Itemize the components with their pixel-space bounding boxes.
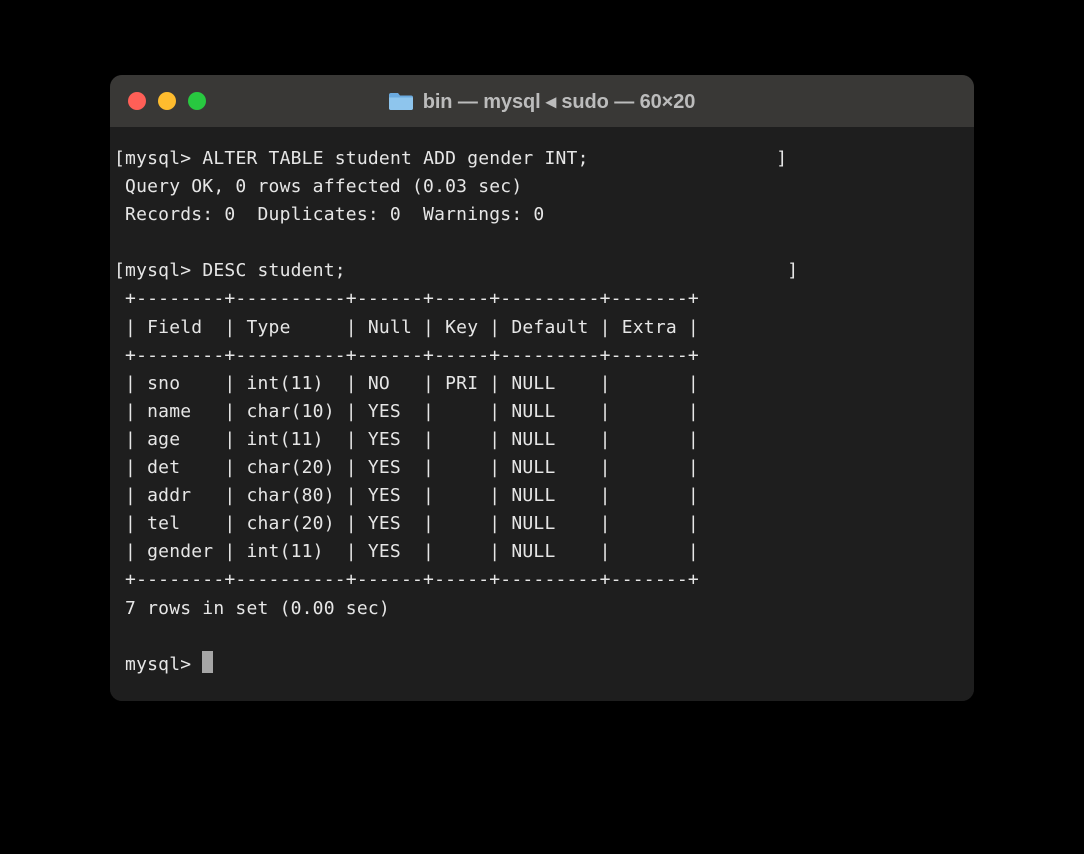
prompt: mysql> xyxy=(125,148,191,169)
window-title: bin — mysql ◂ sudo — 60×20 xyxy=(423,89,696,114)
bracket-open: [ xyxy=(114,260,125,281)
table-row: | det | char(20) | YES | | NULL | | xyxy=(125,457,699,478)
folder-icon xyxy=(389,91,413,111)
terminal-window: bin — mysql ◂ sudo — 60×20 [mysql> ALTER… xyxy=(110,75,974,701)
traffic-lights xyxy=(128,92,206,110)
title-bar: bin — mysql ◂ sudo — 60×20 xyxy=(110,75,974,127)
command-desc: DESC student; xyxy=(202,260,345,281)
cursor xyxy=(202,651,213,673)
output-query-ok: Query OK, 0 rows affected (0.03 sec) xyxy=(125,176,522,197)
table-row: | addr | char(80) | YES | | NULL | | xyxy=(125,485,699,506)
prompt: mysql> xyxy=(125,654,191,675)
table-header: | Field | Type | Null | Key | Default | … xyxy=(125,317,699,338)
command-alter: ALTER TABLE student ADD gender INT; xyxy=(202,148,588,169)
table-border: +--------+----------+------+-----+------… xyxy=(125,288,699,309)
table-row: | name | char(10) | YES | | NULL | | xyxy=(125,401,699,422)
output-records: Records: 0 Duplicates: 0 Warnings: 0 xyxy=(125,204,544,225)
table-row: | age | int(11) | YES | | NULL | | xyxy=(125,429,699,450)
minimize-button[interactable] xyxy=(158,92,176,110)
output-summary: 7 rows in set (0.00 sec) xyxy=(125,598,390,619)
maximize-button[interactable] xyxy=(188,92,206,110)
close-button[interactable] xyxy=(128,92,146,110)
prompt: mysql> xyxy=(125,260,191,281)
bracket-open: [ xyxy=(114,148,125,169)
bracket-close: ] xyxy=(787,260,798,281)
table-row: | tel | char(20) | YES | | NULL | | xyxy=(125,513,699,534)
terminal-body[interactable]: [mysql> ALTER TABLE student ADD gender I… xyxy=(110,127,974,701)
title-content: bin — mysql ◂ sudo — 60×20 xyxy=(110,89,974,114)
table-row: | gender | int(11) | YES | | NULL | | xyxy=(125,541,699,562)
bracket-close: ] xyxy=(776,148,787,169)
table-border: +--------+----------+------+-----+------… xyxy=(125,569,699,590)
table-row: | sno | int(11) | NO | PRI | NULL | | xyxy=(125,373,699,394)
table-border: +--------+----------+------+-----+------… xyxy=(125,345,699,366)
